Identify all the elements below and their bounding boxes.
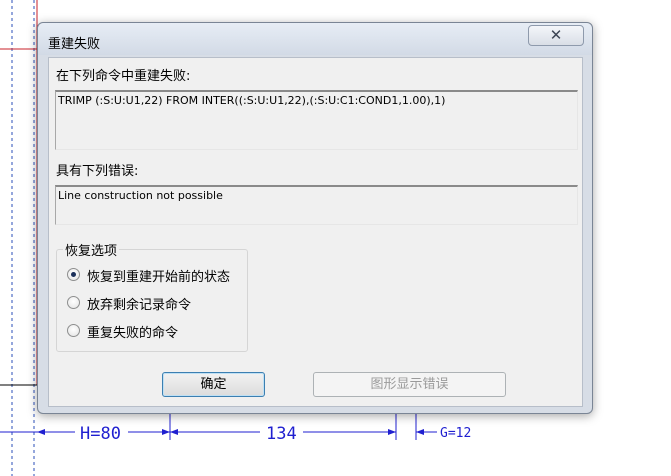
dimension-h-text: H=80 (80, 424, 121, 444)
arrowhead (388, 429, 396, 435)
radio-button[interactable] (67, 324, 80, 337)
show-error-button-label: 图形显示错误 (370, 377, 449, 392)
recovery-options-group: 恢复选项 恢复到重建开始前的状态 放弃剩余记录命令 重复失败的命令 (56, 240, 248, 352)
dialog-titlebar[interactable]: 重建失败 ✕ (38, 23, 592, 55)
radio-label: 恢复到重建开始前的状态 (87, 270, 231, 284)
error-label: 具有下列错误: (56, 164, 139, 179)
close-icon: ✕ (549, 26, 563, 44)
arrowhead (162, 429, 170, 435)
dialog-title: 重建失败 (48, 37, 101, 52)
error-text-box[interactable]: Line construction not possible (55, 185, 578, 225)
radio-button[interactable] (67, 296, 80, 309)
command-text-box[interactable]: TRIMP (:S:U:U1,22) FROM INTER((:S:U:U1,2… (55, 90, 578, 150)
arrowhead (416, 429, 424, 435)
show-error-button[interactable]: 图形显示错误 (313, 372, 506, 397)
radio-discard-remaining[interactable]: 放弃剩余记录命令 (67, 294, 245, 312)
arrowhead (37, 429, 45, 435)
radio-dot (71, 272, 76, 277)
ok-button-label: 确定 (200, 377, 227, 392)
radio-label: 放弃剩余记录命令 (87, 298, 192, 312)
close-button[interactable]: ✕ (528, 25, 584, 46)
radio-label: 重复失败的命令 (87, 326, 179, 340)
dimension-g-text: G=12 (440, 426, 471, 441)
dialog-body: 在下列命令中重建失败: TRIMP (:S:U:U1,22) FROM INTE… (48, 57, 583, 407)
radio-button-selected[interactable] (67, 268, 80, 281)
rebuild-failed-dialog: 重建失败 ✕ 在下列命令中重建失败: TRIMP (:S:U:U1,22) FR… (37, 22, 593, 414)
ok-button[interactable]: 确定 (162, 372, 265, 397)
dimension-134-text: 134 (266, 424, 297, 444)
command-text: TRIMP (:S:U:U1,22) FROM INTER((:S:U:U1,2… (58, 94, 446, 107)
arrowhead (170, 429, 178, 435)
radio-restore-state[interactable]: 恢复到重建开始前的状态 (67, 266, 245, 284)
radio-repeat-failed[interactable]: 重复失败的命令 (67, 322, 245, 340)
failed-command-label: 在下列命令中重建失败: (56, 69, 191, 84)
recovery-options-title: 恢复选项 (63, 240, 120, 259)
error-text: Line construction not possible (58, 189, 223, 202)
